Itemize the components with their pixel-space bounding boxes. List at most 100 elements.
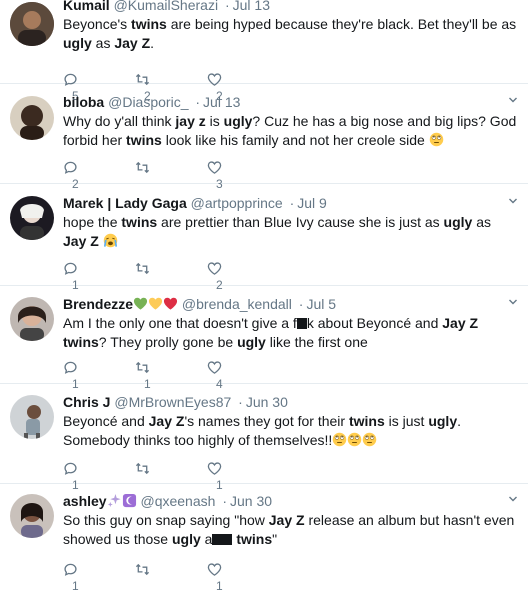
highlighted-keyword: twins (63, 334, 99, 350)
retweet-icon (135, 462, 150, 475)
highlighted-keyword: Jay Z (442, 315, 479, 331)
green-heart-icon (133, 297, 148, 310)
tweet-text-segment: is just (384, 413, 429, 429)
display-name[interactable]: Kumail (63, 0, 110, 13)
tweet-text-segment: as (91, 35, 115, 51)
display-name[interactable]: Brendezze (63, 296, 133, 312)
timestamp[interactable]: Jun 30 (246, 394, 288, 410)
reply-icon (64, 361, 77, 374)
separator-dot: · (195, 94, 201, 110)
heart-icon (207, 262, 222, 275)
tweet-text-segment: as (472, 214, 492, 230)
chevron-down-icon[interactable] (508, 95, 518, 105)
reply-icon (64, 462, 77, 475)
chevron-down-icon[interactable] (508, 297, 518, 307)
highlighted-keyword: ugly (443, 214, 473, 230)
tweet-text-segment: Why do y'all think (63, 113, 176, 129)
avatar[interactable] (10, 297, 54, 341)
crescent-moon-icon (122, 493, 136, 508)
tweet[interactable]: Chris J @MrBrownEyes87 · Jun 30 Beyoncé a… (0, 384, 528, 492)
highlighted-keyword: twins (131, 16, 167, 32)
user-handle[interactable]: @Diasporic_ (108, 94, 188, 110)
heart-icon (207, 361, 222, 374)
sparkles-icon (107, 493, 121, 507)
tweet[interactable]: biloba @Diasporic_ · Jul 13 Why do y'all … (0, 84, 528, 191)
display-name[interactable]: Chris J (63, 394, 110, 410)
user-handle[interactable]: @artpopprince (191, 195, 283, 211)
heart-icon (207, 462, 222, 475)
retweet-icon (135, 161, 150, 174)
name-emoji (107, 493, 137, 509)
heart-icon (207, 563, 222, 576)
tweet[interactable]: Marek | Lady Gaga @artpopprince · Jul 9 h… (0, 184, 528, 292)
reply-button[interactable]: 1 (63, 562, 79, 593)
separator-dot: · (238, 394, 243, 410)
timestamp[interactable]: Jul 13 (203, 94, 240, 110)
display-name[interactable]: Marek | Lady Gaga (63, 195, 187, 211)
separator-dot: · (298, 296, 304, 312)
avatar[interactable] (10, 2, 54, 46)
tweet-text: Why do y'all think jay z is ugly? Cuz he… (63, 112, 518, 150)
red-heart-icon (163, 297, 178, 310)
highlighted-keyword: twins (126, 132, 162, 148)
tweet-header: Kumail @KumailSherazi · Jul 13 (63, 0, 518, 14)
reply-button[interactable]: 1 (63, 261, 79, 292)
tweet-text-segment: Am I the only one that doesn't give a f (63, 315, 297, 331)
highlighted-keyword: twins (121, 214, 158, 230)
highlighted-keyword: jay z (175, 113, 206, 129)
tweet-feed: Kumail @KumailSherazi · Jul 13 Beyonce's … (0, 0, 528, 593)
timestamp[interactable]: Jun 30 (230, 493, 272, 509)
chevron-down-icon[interactable] (508, 494, 518, 504)
highlighted-keyword: Jay Z (63, 233, 99, 249)
avatar[interactable] (10, 494, 54, 538)
highlighted-keyword: ugly (223, 113, 253, 129)
like-button[interactable]: 1 (207, 562, 223, 593)
reply-button[interactable]: 1 (63, 360, 79, 391)
highlighted-keyword: ugly (237, 334, 266, 350)
avatar[interactable] (10, 196, 54, 240)
user-handle[interactable]: @qxeenash (140, 493, 215, 509)
separator-dot: · (224, 0, 230, 13)
tweet[interactable]: Brendezze @brenda_kendall · Jul 5 Am I th… (0, 286, 528, 391)
tweet-text-segment: Beyonce's (63, 16, 132, 32)
retweet-button[interactable]: 1 (135, 360, 151, 391)
highlighted-keyword: twins (348, 413, 385, 429)
retweet-button[interactable] (135, 562, 159, 578)
retweet-button[interactable] (135, 160, 159, 176)
tweet-text-segment: " (272, 531, 278, 547)
like-button[interactable]: 3 (207, 160, 223, 191)
user-handle[interactable]: @brenda_kendall (182, 296, 292, 312)
tweet[interactable]: Kumail @KumailSherazi · Jul 13 Beyonce's … (0, 0, 528, 103)
rolling-eyes-emoji-icon (348, 432, 362, 447)
user-handle[interactable]: @MrBrownEyes87 (114, 394, 231, 410)
like-button[interactable]: 4 (207, 360, 223, 391)
tweet[interactable]: ashley @qxeenash · Jun 30 So this guy on … (0, 484, 528, 593)
tweet-text-segment: ? They prolly gone be (98, 334, 238, 350)
tweet-text-segment: So this guy on snap saying "how (63, 512, 269, 528)
chevron-down-icon[interactable] (508, 196, 518, 206)
timestamp[interactable]: Jul 13 (233, 0, 270, 13)
highlighted-keyword: ugly (63, 35, 92, 51)
avatar[interactable] (10, 96, 54, 140)
retweet-icon (135, 262, 150, 275)
tweet-text: hope the twins are prettier than Blue Iv… (63, 213, 518, 251)
timestamp[interactable]: Jul 9 (297, 195, 327, 211)
timestamp[interactable]: Jul 5 (306, 296, 336, 312)
display-name[interactable]: biloba (63, 94, 104, 110)
reply-icon (64, 262, 77, 275)
like-button[interactable]: 2 (207, 261, 223, 292)
tweet-text: So this guy on snap saying "how Jay Z re… (63, 511, 518, 549)
retweet-button[interactable] (135, 261, 159, 277)
tweet-header: Marek | Lady Gaga @artpopprince · Jul 9 (63, 194, 518, 212)
heart-icon (207, 161, 222, 174)
reply-button[interactable]: 2 (63, 160, 79, 191)
reply-button[interactable]: 1 (63, 461, 79, 492)
retweet-button[interactable] (135, 461, 159, 477)
display-name[interactable]: ashley (63, 493, 107, 509)
name-emoji (133, 296, 178, 312)
like-button[interactable]: 1 (207, 461, 223, 492)
like-count: 1 (216, 579, 223, 593)
user-handle[interactable]: @KumailSherazi (114, 0, 218, 13)
avatar[interactable] (10, 395, 54, 439)
tweet-text-segment: are prettier than Blue Ivy cause she is … (157, 214, 444, 230)
